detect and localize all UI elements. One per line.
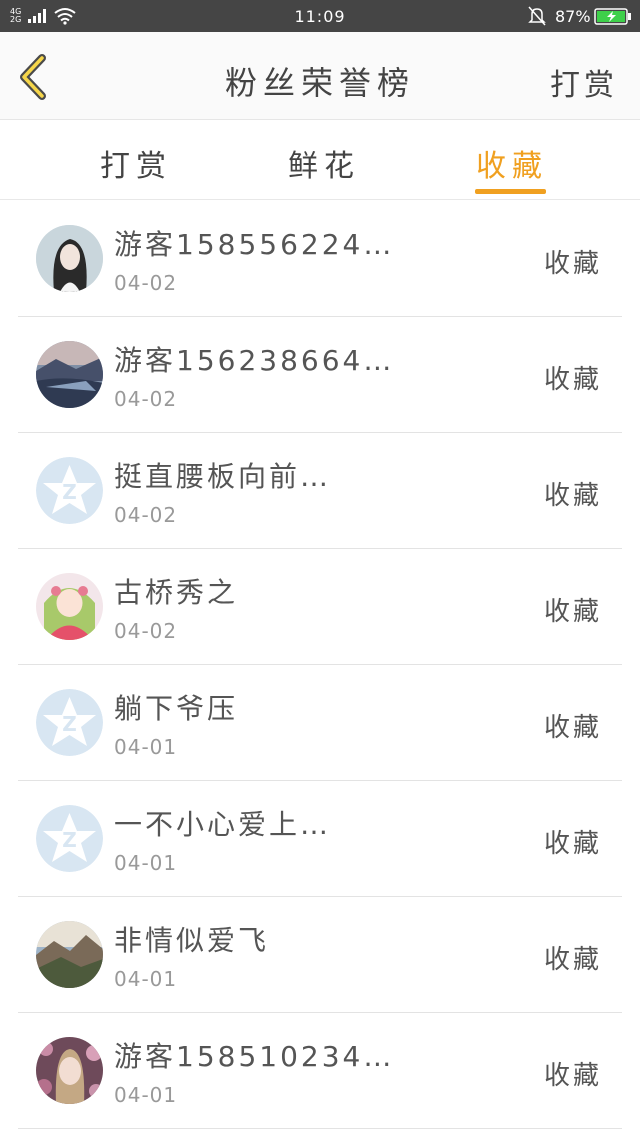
list-item[interactable]: Z 一不小心爱上… 04-01 收藏 — [18, 781, 622, 897]
user-name: 挺直腰板向前… — [114, 460, 332, 493]
item-date: 04-01 — [114, 1083, 178, 1107]
avatar[interactable] — [36, 341, 103, 408]
nav-bar: 粉丝荣誉榜 打赏 — [0, 32, 640, 120]
list-item[interactable]: 游客156238664… 04-02 收藏 — [18, 317, 622, 433]
user-name: 游客156238664… — [114, 344, 395, 377]
user-name: 游客158510234… — [114, 1040, 395, 1073]
item-action-label: 收藏 — [543, 597, 602, 627]
list-item[interactable]: 古桥秀之 04-02 收藏 — [18, 549, 622, 665]
list-item[interactable]: Z 挺直腰板向前… 04-02 收藏 — [18, 433, 622, 549]
item-date: 04-01 — [114, 967, 178, 991]
status-bar: 4G 2G 11:09 87% — [0, 0, 640, 32]
list-item[interactable]: 非情似爱飞 04-01 收藏 — [18, 897, 622, 1013]
avatar[interactable] — [36, 1037, 103, 1104]
list-item[interactable]: Z 躺下爷压 04-01 收藏 — [18, 665, 622, 781]
item-date: 04-01 — [114, 735, 178, 759]
item-action-label: 收藏 — [543, 829, 602, 859]
avatar[interactable] — [36, 573, 103, 640]
svg-text:Z: Z — [62, 828, 77, 852]
svg-text:Z: Z — [62, 712, 77, 736]
default-avatar-icon[interactable]: Z — [36, 805, 103, 872]
item-action-label: 收藏 — [543, 945, 602, 975]
item-action-label: 收藏 — [543, 713, 602, 743]
user-name: 躺下爷压 — [114, 692, 239, 725]
item-date: 04-02 — [114, 619, 178, 643]
user-name: 古桥秀之 — [114, 576, 239, 609]
item-date: 04-02 — [114, 503, 178, 527]
user-name: 一不小心爱上… — [114, 808, 332, 841]
item-date: 04-02 — [114, 271, 178, 295]
svg-text:Z: Z — [62, 480, 77, 504]
user-name: 非情似爱飞 — [114, 924, 270, 957]
item-date: 04-01 — [114, 851, 178, 875]
avatar[interactable] — [36, 225, 103, 292]
user-name: 游客158556224… — [114, 228, 395, 261]
list-item[interactable]: 游客158556224… 04-02 收藏 — [18, 201, 622, 317]
default-avatar-icon[interactable]: Z — [36, 689, 103, 756]
list-item[interactable]: 游客158510234… 04-01 收藏 — [18, 1013, 622, 1129]
battery-charging-icon — [594, 8, 631, 25]
reward-button[interactable]: 打赏 — [550, 60, 618, 104]
tab-reward[interactable]: 打赏 — [100, 141, 172, 197]
bell-muted-icon — [528, 6, 546, 26]
page-title: 粉丝荣誉榜 — [224, 64, 415, 102]
item-action-label: 收藏 — [543, 365, 602, 395]
fans-list: 游客158556224… 04-02 收藏 游客156238664… 04-02… — [0, 201, 640, 1129]
battery-percent: 87% — [555, 7, 591, 26]
default-avatar-icon[interactable]: Z — [36, 457, 103, 524]
avatar[interactable] — [36, 921, 103, 988]
item-date: 04-02 — [114, 387, 178, 411]
item-action-label: 收藏 — [543, 1061, 602, 1091]
tab-flowers[interactable]: 鲜花 — [288, 141, 360, 197]
item-action-label: 收藏 — [543, 481, 602, 511]
active-tab-indicator — [475, 189, 546, 194]
item-action-label: 收藏 — [543, 249, 602, 279]
